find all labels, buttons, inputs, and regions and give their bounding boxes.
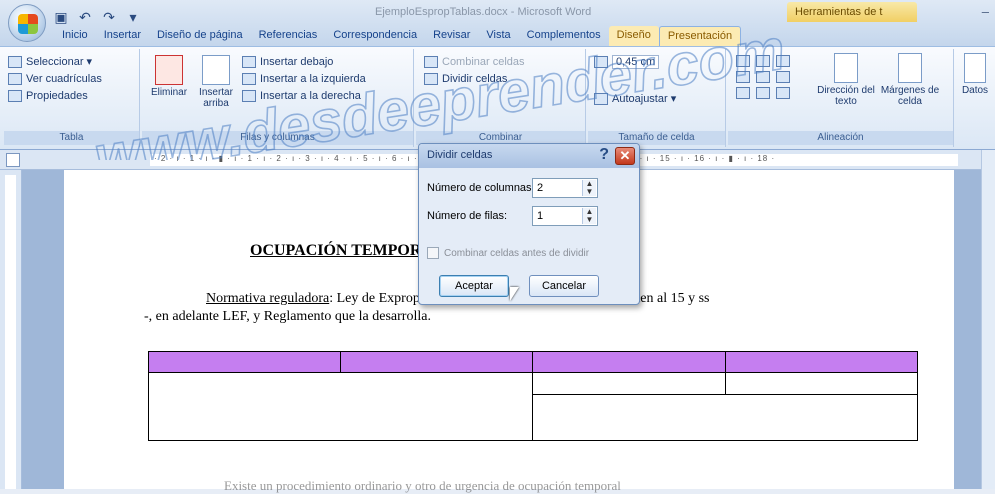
window-title: EjemploEspropTablas.docx - Microsoft Wor… [375,6,592,18]
text-direction-icon [834,53,858,83]
table-header-cell[interactable] [340,351,533,373]
insert-below-icon [242,55,256,68]
datos-button[interactable]: Datos [958,53,992,96]
propiedades-button[interactable]: Propiedades [8,87,135,104]
align-top-left-icon[interactable] [736,55,750,67]
ok-button[interactable]: Aceptar [439,275,509,297]
columns-value: 2 [537,182,544,194]
group-combinar: Combinar celdas Dividir celdas Combinar [416,49,586,147]
checkbox-box[interactable] [427,247,439,259]
insertar-derecha-button[interactable]: Insertar a la derecha [242,87,366,104]
autoajustar-button[interactable]: Autoajustar ▾ [594,90,676,107]
align-middle-left-icon[interactable] [736,71,750,83]
spin-arrows-icon[interactable]: ▲ ▼ [582,180,596,196]
columns-label: Número de columnas: [427,182,535,194]
table-header-cell[interactable] [532,351,726,373]
split-cells-dialog: Dividir celdas ? ✕ Número de columnas: 2… [418,143,640,305]
document-bottom-text: Existe un procedimiento ordinario y otro… [224,478,621,493]
direccion-texto-button[interactable]: Dirección del texto [816,53,876,107]
minimize-icon[interactable]: – [982,4,989,19]
align-top-right-icon[interactable] [776,55,790,67]
tab-complementos[interactable]: Complementos [519,26,609,46]
margenes-celda-button[interactable]: Márgenes de celda [880,53,940,107]
combinar-celdas-button[interactable]: Combinar celdas [424,53,525,70]
tab-presentacion[interactable]: Presentación [658,26,742,46]
tab-correspondencia[interactable]: Correspondencia [325,26,425,46]
seleccionar-button[interactable]: Seleccionar ▾ [8,53,135,70]
cell-margins-icon [898,53,922,83]
spin-arrows-icon[interactable]: ▲ ▼ [582,208,596,224]
help-icon[interactable]: ? [599,146,609,164]
ribbon: Seleccionar ▾ Ver cuadrículas Propiedade… [0,46,995,150]
align-top-center-icon[interactable] [756,55,770,67]
tab-insertar[interactable]: Insertar [96,26,149,46]
gridlines-icon [8,72,22,85]
tab-diseno-pagina[interactable]: Diseño de página [149,26,251,46]
insert-above-icon [202,55,230,85]
table-cell[interactable] [532,394,918,441]
columns-stepper[interactable]: 2 ▲ ▼ [532,178,598,198]
group-label-filas: Filas y columnas [142,131,413,145]
insert-right-icon [242,89,256,102]
delete-table-icon [155,55,183,85]
properties-icon [8,89,22,102]
merge-cells-icon [424,55,438,68]
select-icon [8,55,22,68]
vertical-scrollbar[interactable] [981,150,995,489]
align-bottom-right-icon[interactable] [776,87,790,99]
tab-diseno[interactable]: Diseño [608,26,659,46]
table-header-cell[interactable] [725,351,918,373]
merge-before-split-checkbox[interactable]: Combinar celdas antes de dividir [427,247,589,259]
contextual-tools-label: Herramientas de t [787,2,917,22]
data-icon [964,53,986,83]
table-cell[interactable] [532,372,726,395]
eliminar-button[interactable]: Eliminar [150,55,188,98]
tab-selector-icon[interactable] [6,153,20,167]
row-height-icon [594,55,608,68]
group-label-tabla: Tabla [4,131,139,145]
alignment-grid [736,55,792,99]
split-cells-icon [424,72,438,85]
tab-referencias[interactable]: Referencias [251,26,326,46]
insert-left-icon [242,72,256,85]
insertar-debajo-button[interactable]: Insertar debajo [242,53,366,70]
group-alineacion: Dirección del texto Márgenes de celda Al… [728,49,954,147]
insertar-arriba-button[interactable]: Insertar arriba [196,55,236,109]
normativa-label: Normativa reguladora [206,291,330,306]
autofit-icon [594,92,608,105]
insertar-izquierda-button[interactable]: Insertar a la izquierda [242,70,366,87]
align-bottom-left-icon[interactable] [736,87,750,99]
dividir-celdas-button[interactable]: Dividir celdas [424,70,525,87]
align-middle-center-icon[interactable] [756,71,770,83]
ver-cuadriculas-button[interactable]: Ver cuadrículas [8,70,135,87]
cancel-button[interactable]: Cancelar [529,275,599,297]
table-cell[interactable] [725,372,918,395]
table-cell[interactable] [148,372,533,441]
merge-label: Combinar celdas antes de dividir [444,247,590,259]
group-filas-columnas: Eliminar Insertar arriba Insertar debajo… [142,49,414,147]
row-height-field[interactable]: 0,45 cm [594,53,676,70]
tab-vista[interactable]: Vista [478,26,518,46]
mouse-cursor-icon [510,287,519,301]
align-bottom-center-icon[interactable] [756,87,770,99]
rows-stepper[interactable]: 1 ▲ ▼ [532,206,598,226]
vertical-ruler-scale[interactable] [5,175,16,489]
tab-revisar[interactable]: Revisar [425,26,478,46]
ribbon-tabs: Inicio Insertar Diseño de página Referen… [0,24,995,46]
window-controls: – [982,4,989,19]
document-table[interactable] [148,351,918,441]
vertical-ruler [0,170,22,489]
table-header-cell[interactable] [148,351,341,373]
para-line2: -, en adelante LEF, y Reglamento que la … [144,309,431,324]
group-tamano-celda: 0,45 cm Autoajustar ▾ Tamaño de celda [588,49,726,147]
group-tabla: Seleccionar ▾ Ver cuadrículas Propiedade… [4,49,140,147]
rows-label: Número de filas: [427,210,508,222]
align-middle-right-icon[interactable] [776,71,790,83]
tab-inicio[interactable]: Inicio [54,26,96,46]
group-label-alineacion: Alineación [728,131,953,145]
close-button[interactable]: ✕ [615,147,635,165]
rows-value: 1 [537,210,544,222]
